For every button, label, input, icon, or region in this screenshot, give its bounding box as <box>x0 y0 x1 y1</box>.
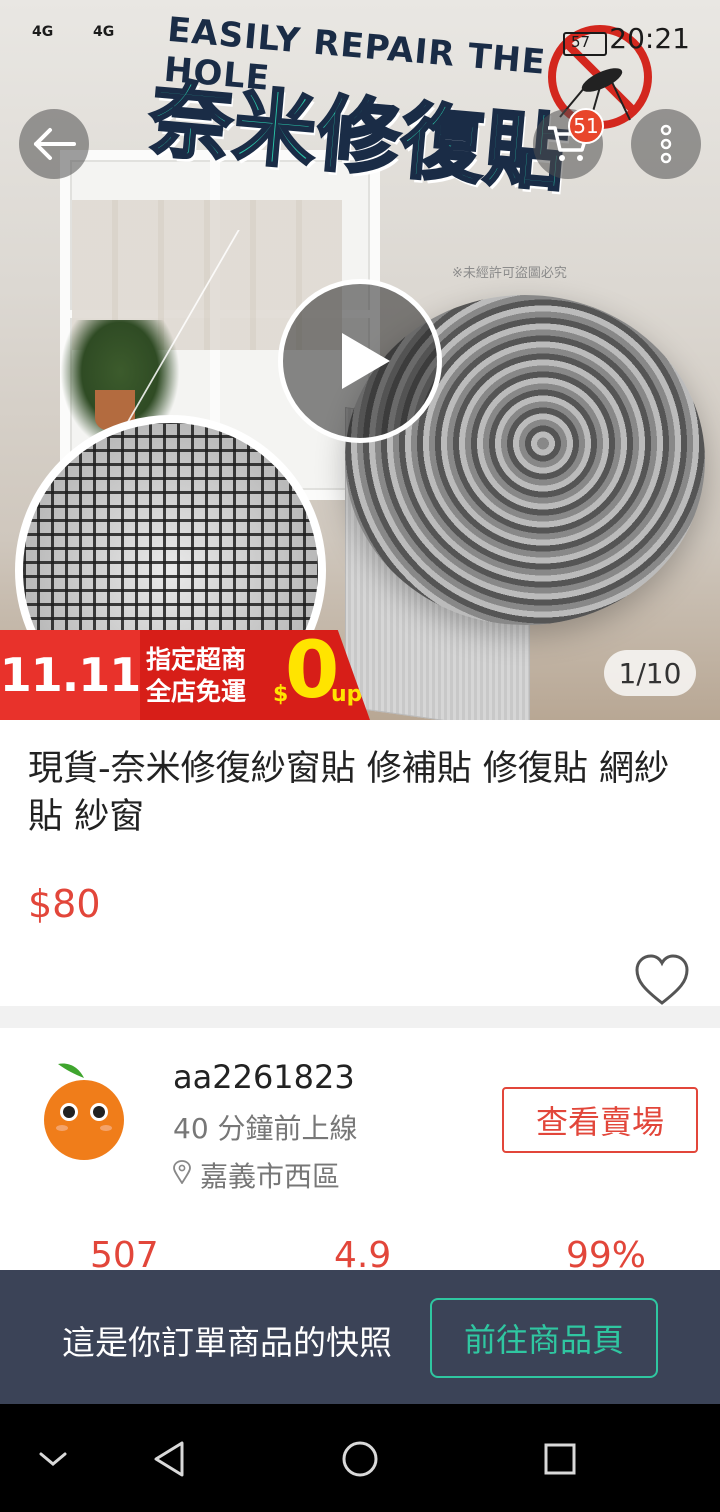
clock: 20:21 <box>609 22 690 55</box>
product-title: 現貨-奈米修復紗窗貼 修補貼 修復貼 網紗貼 紗窗 <box>28 749 670 837</box>
seller-name[interactable]: aa2261823 <box>173 1058 355 1096</box>
home-circle-icon[interactable] <box>335 1434 385 1484</box>
seller-online-status: 40 分鐘前上線 <box>173 1112 358 1145</box>
promo-banner: 11.11 指定超商 全店免運 $ 0 up <box>0 630 370 720</box>
battery-level: 57 <box>571 33 591 51</box>
network-indicator: 4G 4G <box>32 24 114 40</box>
play-icon <box>342 333 390 389</box>
promo-suffix: up <box>331 682 363 707</box>
back-button[interactable] <box>19 109 89 179</box>
signal-label-2: 4G <box>92 24 115 40</box>
play-video-button[interactable] <box>278 279 442 443</box>
android-nav-bar <box>0 1404 720 1512</box>
promo-shipping: 指定超商 全店免運 $ 0 up <box>140 630 370 720</box>
recents-square-icon[interactable] <box>535 1434 585 1484</box>
stat-products: 507 <box>90 1235 159 1275</box>
status-bar: 4G 4G 57 20:21 <box>0 0 720 70</box>
product-image-carousel[interactable]: EASILY REPAIR THE HOLE 奈米修復貼 ※未經許可盜圖必究 1… <box>0 0 720 720</box>
visit-shop-button[interactable]: 查看賣場 <box>502 1087 698 1153</box>
more-options-button[interactable] <box>631 109 701 179</box>
image-counter: 1/10 <box>604 650 696 696</box>
cart-badge: 51 <box>568 108 604 144</box>
more-vertical-icon <box>660 124 672 164</box>
seller-stats: 507 4.9 99% <box>0 1235 720 1275</box>
snapshot-bar: 這是你訂單商品的快照 前往商品頁 <box>0 1270 720 1404</box>
section-divider <box>0 1006 720 1028</box>
heart-icon[interactable] <box>634 953 690 1007</box>
location-pin-icon <box>173 1160 191 1184</box>
seller-location: 嘉義市西區 <box>200 1160 341 1193</box>
arrow-left-icon <box>34 128 76 160</box>
go-to-product-button[interactable]: 前往商品頁 <box>430 1298 658 1378</box>
signal-label-1: 4G <box>32 24 54 40</box>
hero-watermark: ※未經許可盜圖必究 <box>452 266 567 281</box>
orange-avatar-icon[interactable] <box>38 1060 130 1160</box>
chevron-down-icon[interactable] <box>28 1434 78 1484</box>
back-triangle-icon[interactable] <box>144 1434 194 1484</box>
snapshot-message: 這是你訂單商品的快照 <box>62 1323 392 1362</box>
promo-line-1: 指定超商 <box>146 645 247 674</box>
promo-date: 11.11 <box>0 630 141 720</box>
product-price: $80 <box>28 882 101 926</box>
stat-response-rate: 99% <box>566 1235 647 1275</box>
stat-rating: 4.9 <box>334 1235 392 1275</box>
battery-icon: 57 <box>563 32 607 56</box>
promo-line-2: 全店免運 <box>146 677 247 706</box>
